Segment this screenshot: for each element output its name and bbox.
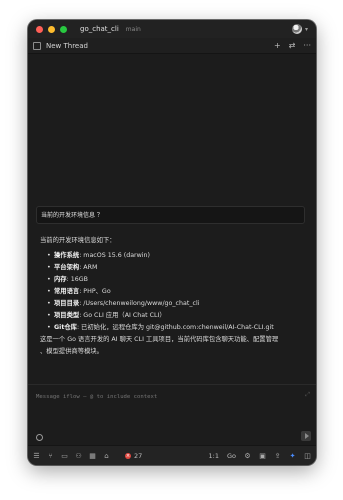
more-options-button[interactable]: ··· (303, 41, 311, 51)
status-bar: ☰ ⑂ ▭ ⚇ ▦ ⌂ × 27 1:1 Go ⚙ ▣ ⇪ ✦ ◫ (28, 445, 316, 465)
notifications-icon[interactable]: ◫ (304, 452, 311, 460)
list-item: Git仓库: 已初始化，远程仓库为 git@github.com:chenwei… (47, 322, 308, 334)
switch-icon[interactable]: ⇄ (289, 41, 296, 51)
list-item: 常用语言: PHP、Go (47, 286, 308, 298)
sidebar-toggle-icon[interactable] (33, 41, 41, 50)
status-left: ☰ ⑂ ▭ ⚇ ▦ ⌂ × 27 (33, 452, 142, 460)
conversation-panel: 当前的开发环境信息 ？ 当前的开发环境信息如下： 操作系统: macOS 15.… (28, 54, 316, 411)
share-icon[interactable]: ⇪ (274, 452, 281, 460)
settings-icon[interactable]: ⚙ (244, 452, 251, 460)
send-button[interactable] (301, 431, 311, 441)
tab-bar: New Thread + ⇄ ··· (28, 38, 316, 54)
language-mode[interactable]: Go (227, 452, 236, 460)
tab-actions: + ⇄ ··· (274, 41, 311, 51)
close-window-button[interactable] (36, 25, 43, 33)
status-right: 1:1 Go ⚙ ▣ ⇪ ✦ ◫ (209, 452, 311, 460)
cursor-position[interactable]: 1:1 (209, 452, 219, 460)
avatar[interactable] (291, 24, 302, 34)
assistant-message: 当前的开发环境信息如下： 操作系统: macOS 15.6 (darwin) 平… (40, 236, 308, 358)
branch-name[interactable]: main (126, 26, 141, 33)
list-item: 项目类型: Go CLI 应用（AI Chat CLI） (47, 310, 308, 322)
response-intro: 当前的开发环境信息如下： (40, 237, 116, 244)
error-count[interactable]: × 27 (125, 452, 142, 460)
account-area[interactable]: ▾ (291, 24, 308, 34)
response-summary: 这是一个 Go 语言开发的 AI 聊天 CLI 工具项目，当前代码库包含聊天功能… (40, 336, 279, 355)
new-thread-button[interactable]: + (274, 41, 281, 51)
composer: ⤢ (28, 385, 316, 445)
status-circle-icon (36, 434, 43, 441)
image-icon[interactable]: ▣ (259, 452, 266, 460)
error-icon: × (125, 453, 131, 459)
user-message: 当前的开发环境信息 ？ (36, 206, 305, 224)
grid-icon[interactable]: ▦ (89, 452, 96, 460)
thread-title[interactable]: New Thread (46, 42, 88, 50)
message-input[interactable] (36, 390, 296, 404)
zoom-window-button[interactable] (60, 25, 67, 33)
list-item: 操作系统: macOS 15.6 (darwin) (47, 250, 308, 262)
list-item: 平台架构: ARM (47, 262, 308, 274)
panel-icon[interactable]: ▭ (61, 452, 68, 460)
environment-list: 操作系统: macOS 15.6 (darwin) 平台架构: ARM 内存: … (40, 250, 308, 334)
project-name[interactable]: go_chat_cli (80, 25, 119, 33)
chevron-down-icon[interactable]: ▾ (305, 26, 308, 33)
app-window: go_chat_cli main ▾ New Thread + ⇄ ··· 当前… (28, 20, 316, 465)
bookmark-icon[interactable]: ⌂ (103, 452, 110, 460)
window-controls (36, 25, 67, 33)
list-icon[interactable]: ☰ (33, 452, 40, 460)
title-bar: go_chat_cli main ▾ (28, 20, 316, 39)
git-branch-icon[interactable]: ⑂ (47, 452, 54, 460)
ai-assistant-icon[interactable]: ✦ (289, 452, 296, 460)
expand-icon[interactable]: ⤢ (305, 391, 310, 399)
list-item: 项目目录: /Users/chenweilong/www/go_chat_cli (47, 298, 308, 310)
people-icon[interactable]: ⚇ (75, 452, 82, 460)
list-item: 内存: 16GB (47, 274, 308, 286)
minimize-window-button[interactable] (48, 25, 55, 33)
